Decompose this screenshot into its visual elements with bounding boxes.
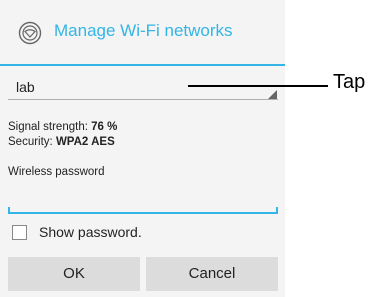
- dialog-title: Manage Wi-Fi networks: [54, 21, 233, 40]
- show-password-checkbox[interactable]: [12, 225, 27, 240]
- password-input[interactable]: [8, 186, 278, 214]
- network-select-value: lab: [16, 79, 35, 95]
- title-divider: [0, 64, 285, 66]
- network-select[interactable]: lab: [8, 74, 278, 100]
- ok-button[interactable]: OK: [8, 257, 140, 291]
- security-value: WPA2 AES: [55, 136, 115, 148]
- password-underline: [8, 212, 278, 214]
- wifi-dialog: Manage Wi-Fi networks lab Signal strengt…: [0, 0, 285, 297]
- dropdown-arrow-icon: [268, 90, 277, 99]
- dialog-titlebar: Manage Wi-Fi networks: [0, 0, 285, 64]
- wifi-settings-icon: [18, 21, 42, 45]
- signal-strength-label: Signal strength:: [8, 121, 88, 133]
- cancel-button[interactable]: Cancel: [146, 257, 278, 291]
- password-label: Wireless password: [8, 166, 105, 178]
- security-row: Security: WPA2 AES: [8, 136, 115, 148]
- show-password-label: Show password.: [39, 224, 142, 240]
- network-select-underline: [8, 99, 278, 100]
- signal-strength-value: 76 %: [91, 121, 118, 133]
- security-label: Security:: [8, 136, 53, 148]
- signal-strength-row: Signal strength: 76 %: [8, 121, 117, 133]
- callout-label: Tap: [333, 71, 366, 93]
- callout-line: [188, 85, 328, 87]
